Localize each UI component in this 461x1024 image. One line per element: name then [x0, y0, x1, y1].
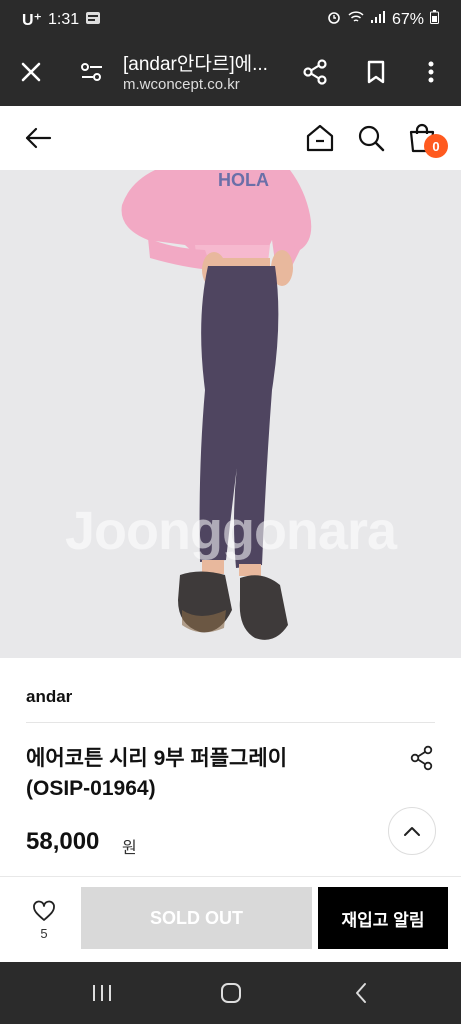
bookmark-icon — [367, 60, 385, 84]
close-tab-button[interactable] — [9, 50, 53, 94]
signal-icon — [370, 10, 386, 29]
product-title: 에어코튼 시리 9부 퍼플그레이 (OSIP-01964) — [26, 744, 386, 804]
restock-alert-button[interactable]: 재입고 알림 — [318, 887, 448, 949]
back-button[interactable] — [18, 118, 58, 158]
home-icon — [306, 124, 334, 152]
notification-icon — [85, 11, 101, 30]
sold-out-button[interactable]: SOLD OUT — [81, 887, 312, 949]
product-price: 58,000 — [26, 828, 100, 855]
site-header — [0, 106, 461, 170]
chevron-left-icon — [356, 983, 366, 1003]
battery-icon — [430, 10, 439, 29]
product-image[interactable]: HOLA Joonggonara — [0, 170, 461, 658]
share-icon — [410, 745, 433, 771]
search-icon — [358, 125, 385, 152]
purchase-bar: 5 SOLD OUT 재입고 알림 — [0, 876, 461, 962]
share-page-button[interactable] — [293, 50, 337, 94]
tune-icon — [81, 63, 102, 81]
wishlist-button[interactable]: 5 — [14, 887, 74, 953]
page-url[interactable]: m.wconcept.co.kr — [123, 76, 240, 93]
share-product-button[interactable] — [406, 742, 438, 774]
watermark-text: Joonggonara — [64, 501, 397, 561]
model-photo: HOLA — [0, 170, 461, 658]
search-button[interactable] — [351, 118, 391, 158]
home-button[interactable] — [300, 118, 340, 158]
carrier-label: U⁺ — [22, 12, 42, 29]
status-bar: U⁺ 1:31 67% — [0, 0, 461, 40]
divider — [26, 722, 435, 723]
share-icon — [303, 59, 327, 85]
more-vert-icon — [428, 61, 434, 83]
recent-apps-button[interactable] — [82, 976, 122, 1010]
cart-count-badge: 0 — [424, 134, 448, 158]
product-code: (OSIP-01964) — [26, 777, 156, 800]
page-title[interactable]: [andar안다르]에... — [123, 49, 268, 76]
chevron-up-icon — [404, 827, 420, 836]
brand-name[interactable]: andar — [26, 687, 72, 707]
heart-icon — [33, 900, 55, 921]
scroll-top-button[interactable] — [388, 807, 436, 855]
arrow-left-icon — [25, 127, 52, 149]
back-nav-button[interactable] — [341, 976, 381, 1010]
browser-toolbar: [andar안다르]에... m.wconcept.co.kr — [0, 40, 461, 106]
close-icon — [21, 62, 41, 82]
home-square-icon — [221, 983, 241, 1003]
wifi-icon — [348, 10, 364, 29]
price-currency: 원 — [122, 840, 137, 857]
site-settings-button[interactable] — [70, 50, 114, 94]
more-options-button[interactable] — [409, 50, 453, 94]
clock: 1:31 — [48, 11, 80, 28]
recents-icon — [93, 985, 111, 1001]
battery-level: 67% — [391, 10, 424, 28]
alarm-icon — [326, 10, 342, 29]
svg-text:HOLA: HOLA — [218, 170, 269, 190]
product-name-line: 에어코튼 시리 9부 퍼플그레이 — [26, 747, 288, 770]
bookmark-button[interactable] — [354, 50, 398, 94]
system-nav-bar — [0, 962, 461, 1024]
wishlist-count: 5 — [40, 925, 48, 941]
home-nav-button[interactable] — [211, 976, 251, 1010]
